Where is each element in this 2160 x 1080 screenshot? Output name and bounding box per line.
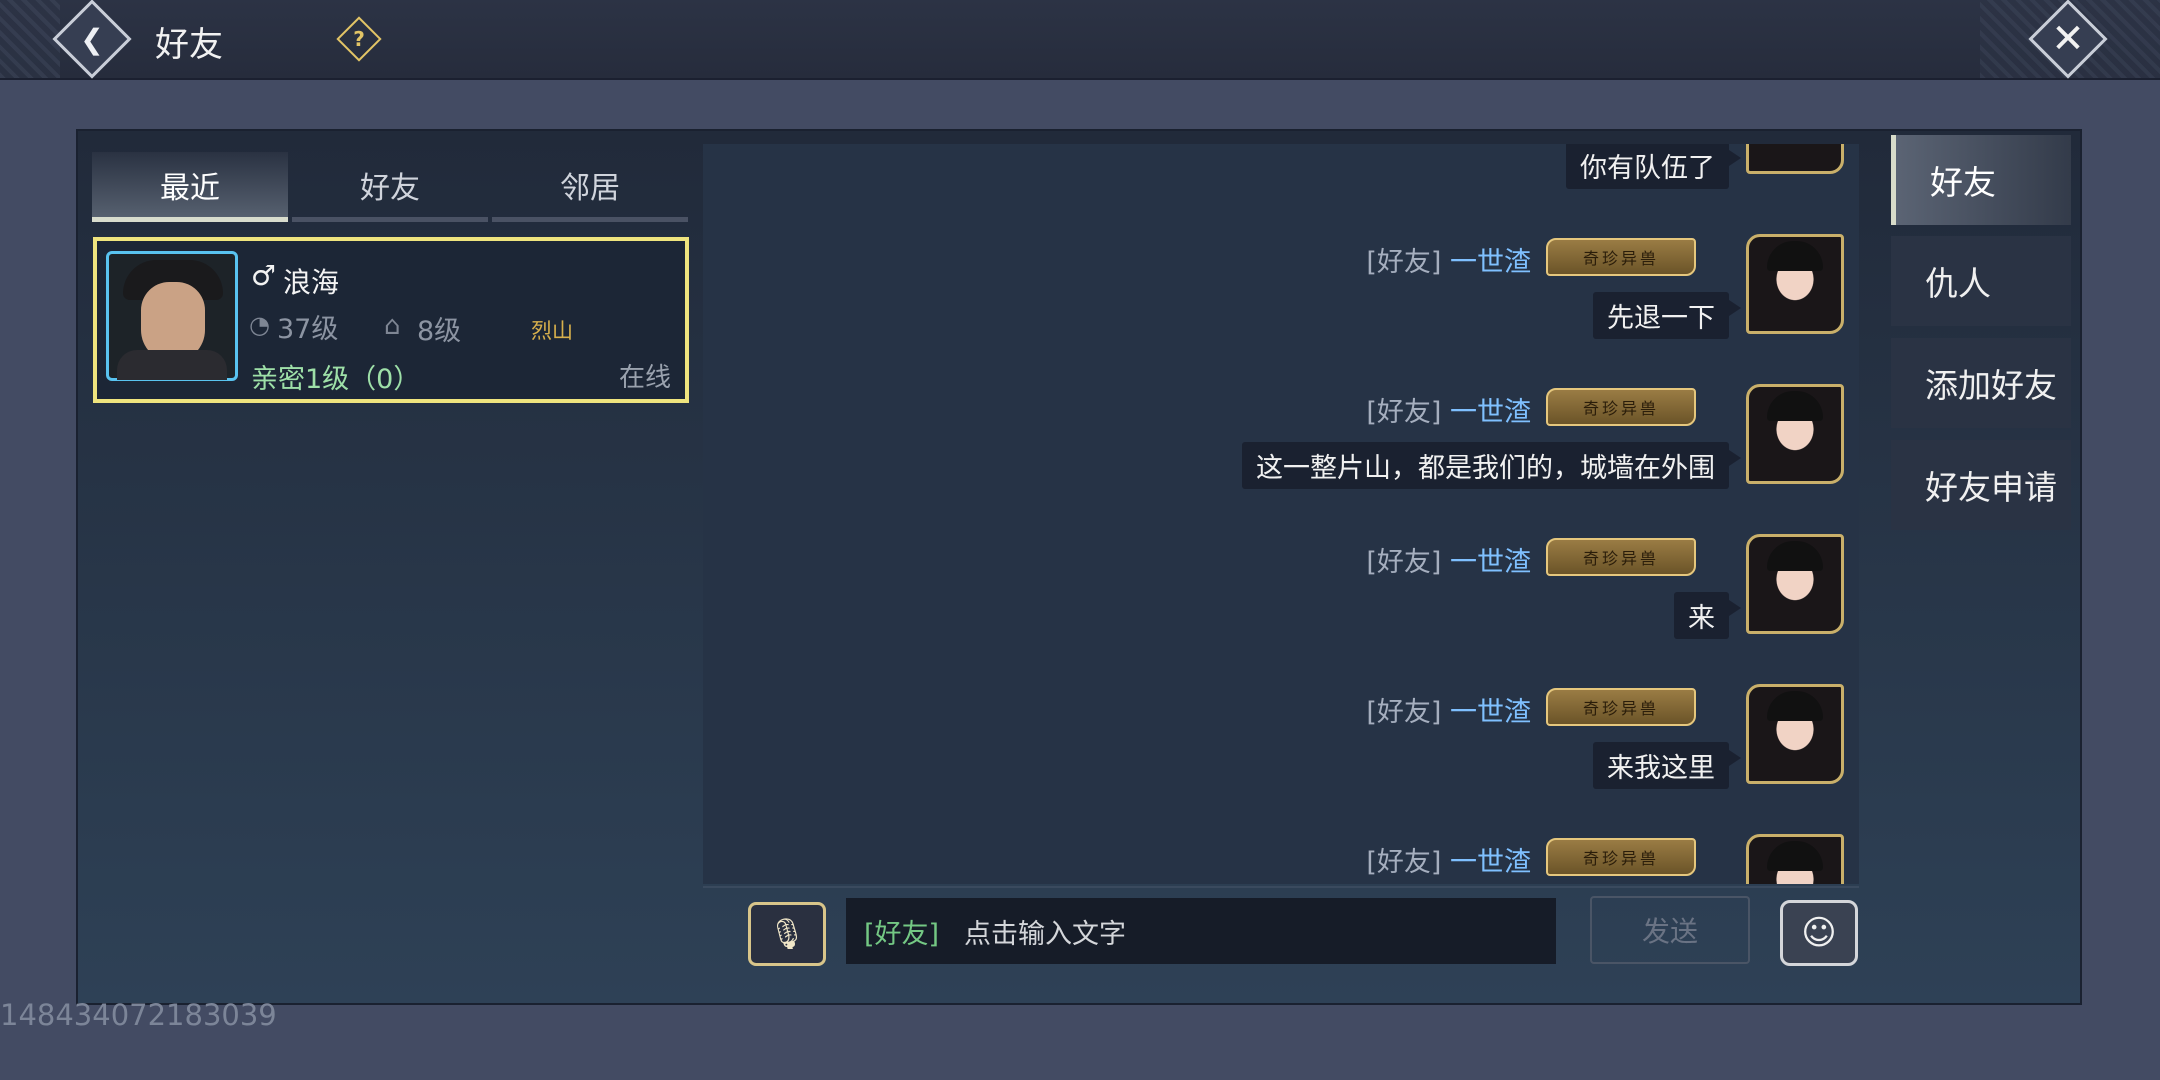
- chat-message: [好友] 一世渣 奇珍异兽 来我这里: [703, 684, 1859, 834]
- send-button[interactable]: 发送: [1590, 896, 1750, 964]
- message-bubble: 这一整片山，都是我们的，城墙在外围: [1242, 442, 1741, 489]
- title-badge: 奇珍异兽: [1546, 388, 1696, 426]
- message-sender: [好友] 一世渣: [1366, 397, 1531, 428]
- house-icon: ⌂: [384, 311, 401, 341]
- tab-recent[interactable]: 最近: [92, 152, 288, 222]
- message-sender: [好友] 一世渣: [1366, 547, 1531, 578]
- chat-message: [好友] 一世渣 奇珍异兽 先退一下: [703, 234, 1859, 384]
- level-icon: ◔: [249, 311, 270, 339]
- message-bubble: 你有队伍了: [1566, 144, 1741, 189]
- message-bubble: 来: [1674, 592, 1741, 639]
- sect-label: 烈山: [531, 319, 573, 343]
- side-tab-add-friend[interactable]: 添加好友: [1891, 338, 2071, 428]
- back-arrow-icon: ❮: [80, 22, 104, 56]
- sender-portrait[interactable]: [1746, 534, 1844, 634]
- player-uid: 148434072183039: [0, 998, 277, 1032]
- side-tab-friends[interactable]: 好友: [1891, 135, 2071, 225]
- chat-message: [好友] 一世渣 奇珍异兽 这一整片山，都是我们的，城墙在外围: [703, 384, 1859, 534]
- chat-history[interactable]: 你有队伍了 [好友] 一世渣 奇珍异兽 先退一下 [好友] 一世渣 奇珍异兽 这…: [703, 144, 1859, 884]
- voice-button[interactable]: 🎙: [748, 902, 826, 966]
- avatar[interactable]: [106, 251, 238, 381]
- tab-friends[interactable]: 好友: [292, 152, 488, 222]
- chat-input[interactable]: [好友] 点击输入文字: [846, 898, 1556, 964]
- contact-tabs: 最近 好友 邻居: [92, 152, 688, 222]
- side-tab-friend-requests[interactable]: 好友申请: [1891, 440, 2071, 530]
- contact-level: 37级: [277, 314, 339, 345]
- online-status: 在线: [619, 363, 672, 393]
- sender-portrait[interactable]: [1746, 144, 1844, 174]
- emoji-button[interactable]: ☺: [1780, 900, 1858, 966]
- microphone-icon: 🎙: [767, 916, 807, 952]
- chat-message: [好友] 一世渣 奇珍异兽 来: [703, 534, 1859, 684]
- intimacy-level: 亲密1级（0）: [251, 364, 421, 395]
- contact-card[interactable]: ♂ 浪海 ◔ 37级 ⌂ 8级 烈山 亲密1级（0） 在线: [93, 237, 689, 403]
- title-badge: 奇珍异兽: [1546, 238, 1696, 276]
- message-sender: [好友] 一世渣: [1366, 847, 1531, 878]
- sender-portrait[interactable]: [1746, 684, 1844, 784]
- smiley-icon: ☺: [1801, 913, 1837, 953]
- contact-name: 浪海: [283, 266, 340, 299]
- title-badge: 奇珍异兽: [1546, 538, 1696, 576]
- house-level: 8级: [417, 316, 462, 347]
- sender-portrait[interactable]: [1746, 384, 1844, 484]
- title-badge: 奇珍异兽: [1546, 688, 1696, 726]
- message-bubble: 先退一下: [1593, 292, 1741, 339]
- sender-portrait[interactable]: [1746, 234, 1844, 334]
- close-icon: ✕: [2051, 15, 2085, 62]
- message-sender: [好友] 一世渣: [1366, 697, 1531, 728]
- top-bar: [0, 0, 2160, 80]
- message-sender: [好友] 一世渣: [1366, 247, 1531, 278]
- input-placeholder: 点击输入文字: [964, 919, 1126, 950]
- tab-neighbors[interactable]: 邻居: [492, 152, 688, 222]
- title-badge: 奇珍异兽: [1546, 838, 1696, 876]
- side-tab-enemies[interactable]: 仇人: [1891, 236, 2071, 326]
- corner-ornament-left: [0, 0, 60, 78]
- message-bubble: 来我这里: [1593, 742, 1741, 789]
- page-title: 好友: [155, 25, 223, 65]
- channel-label: [好友]: [864, 919, 940, 950]
- sender-portrait[interactable]: [1746, 834, 1844, 884]
- chat-message: 你有队伍了: [703, 144, 1859, 234]
- male-icon: ♂: [251, 259, 277, 292]
- question-mark-icon: ?: [353, 27, 365, 51]
- chat-message: [好友] 一世渣 奇珍异兽: [703, 834, 1859, 884]
